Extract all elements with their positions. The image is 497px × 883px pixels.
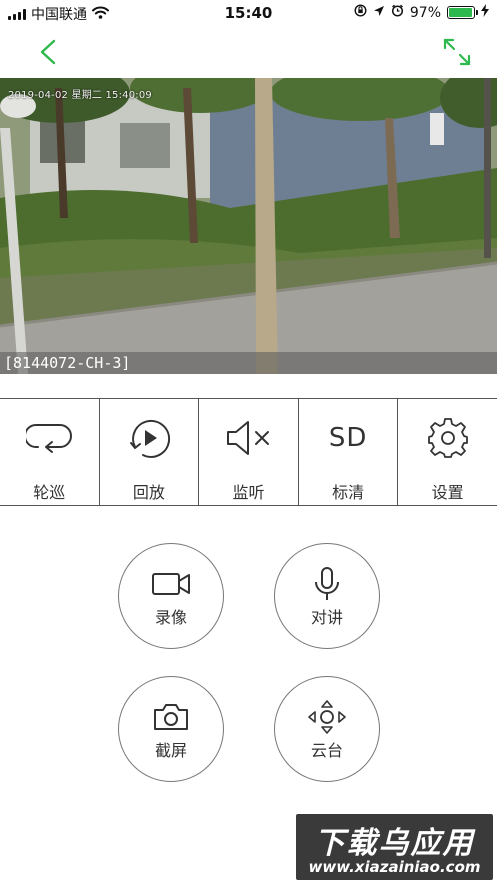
settings-label: 设置 [431, 483, 464, 502]
charging-icon [481, 4, 489, 21]
sd-icon: SD [328, 423, 368, 453]
site-watermark: 下载乌应用 www.xiazainiao.com [296, 814, 493, 880]
fullscreen-button[interactable] [439, 34, 475, 70]
loop-icon [0, 417, 99, 459]
snapshot-button[interactable]: 截屏 [118, 676, 224, 782]
playback-icon [100, 417, 199, 459]
live-video-view[interactable]: 2019-04-02 星期二 15:40:09 [8144072-CH-3] [0, 78, 497, 374]
expand-icon [443, 38, 471, 66]
status-right: 97% [354, 4, 489, 21]
playback-button[interactable]: 回放 [100, 399, 200, 505]
watermark-url: www.xiazainiao.com [308, 858, 481, 876]
orientation-lock-icon [354, 4, 367, 21]
snapshot-label: 截屏 [154, 741, 187, 760]
quality-button[interactable]: SD 标清 [299, 399, 399, 505]
settings-button[interactable]: 设置 [398, 399, 497, 505]
patrol-button[interactable]: 轮巡 [0, 399, 100, 505]
battery-percent: 97% [409, 4, 441, 21]
watermark-title: 下载乌应用 [314, 826, 475, 861]
navigation-bar [0, 26, 497, 78]
record-label: 录像 [154, 608, 187, 627]
status-bar: 中国联通 15:40 97% [0, 0, 497, 26]
gear-icon [398, 417, 497, 459]
listen-label: 监听 [232, 483, 265, 502]
ptz-label: 云台 [310, 741, 343, 760]
talk-button[interactable]: 对讲 [274, 543, 380, 649]
quality-label: 标清 [332, 483, 365, 502]
control-toolbar: 轮巡 回放 监听 SD 标清 设置 [0, 398, 497, 506]
ptz-button[interactable]: 云台 [274, 676, 380, 782]
playback-label: 回放 [132, 483, 165, 502]
battery-icon [447, 6, 478, 19]
alarm-icon [391, 4, 404, 21]
channel-id-label: [8144072-CH-3] [0, 352, 497, 374]
camera-live-screen: 中国联通 15:40 97% 2019-04-02 星期二 15:40:09 [… [0, 0, 497, 883]
camera-feed-image [0, 78, 497, 374]
listen-button[interactable]: 监听 [199, 399, 299, 505]
speaker-mute-icon [199, 417, 298, 459]
patrol-label: 轮巡 [33, 483, 66, 502]
location-icon [373, 5, 385, 21]
record-button[interactable]: 录像 [118, 543, 224, 649]
camera-icon [119, 701, 223, 733]
chevron-left-icon [40, 39, 56, 65]
video-timestamp: 2019-04-02 星期二 15:40:09 [8, 90, 152, 101]
microphone-icon [275, 567, 379, 600]
back-button[interactable] [30, 36, 66, 68]
video-camera-icon [119, 568, 223, 600]
talk-label: 对讲 [310, 608, 343, 627]
direction-pad-icon [275, 700, 379, 734]
